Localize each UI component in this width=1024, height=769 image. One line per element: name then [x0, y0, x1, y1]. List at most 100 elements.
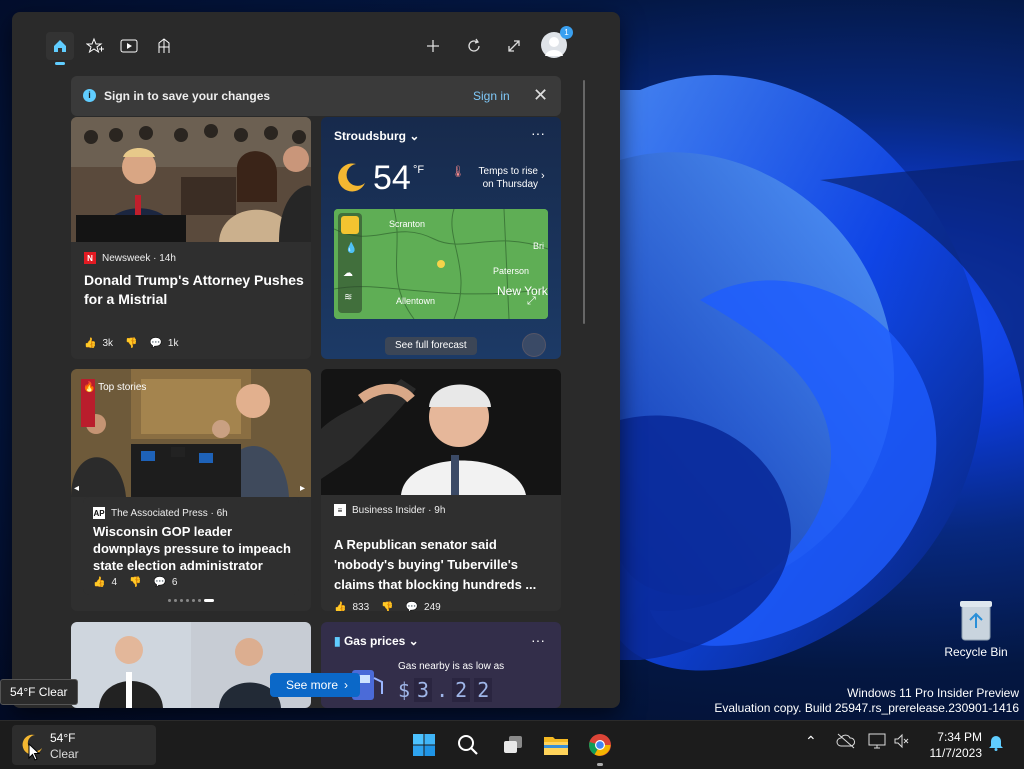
tab-video[interactable] [115, 32, 143, 60]
comment-icon[interactable]: 💬 [406, 602, 418, 611]
tab-sports[interactable] [150, 32, 178, 60]
wind-icon[interactable]: ≋ [344, 292, 352, 303]
weather-note-text: Temps to rise on Thursday [478, 166, 538, 190]
home-icon [54, 40, 66, 52]
like-count: 4 [111, 577, 118, 588]
cloud-offline-icon [836, 733, 855, 749]
refresh-icon [468, 38, 480, 52]
recycle-bin-label: Recycle Bin [944, 645, 1008, 659]
weather-map[interactable]: Scranton Bri Paterson New York Allentown… [334, 209, 548, 319]
like-icon[interactable]: 👍 [334, 602, 346, 611]
more-options-icon[interactable]: ··· [531, 632, 545, 648]
bell-icon [989, 736, 1003, 751]
expand-icon [508, 40, 520, 52]
gas-prices-header[interactable]: ▮ Gas prices ⌄ [334, 634, 419, 648]
mouse-cursor-icon [28, 743, 40, 761]
close-icon[interactable]: ✕ [533, 85, 548, 106]
chevron-down-icon: ⌄ [408, 634, 419, 648]
news-card-wisconsin[interactable]: 🔥 Top stories ◂ ▸ AP The Associated Pres… [71, 369, 311, 611]
search-button[interactable] [452, 729, 484, 761]
news-card-trump[interactable]: N Newsweek · 14h Donald Trump's Attorney… [71, 117, 311, 359]
expand-button[interactable] [500, 32, 528, 60]
like-icon[interactable]: 👍 [84, 338, 96, 349]
comment-count: 249 [424, 602, 441, 611]
speaker-muted-icon [894, 733, 909, 749]
newsweek-icon: N [84, 252, 96, 264]
weather-widget[interactable]: Stroudsburg ⌄ ··· 54 °F Temps to rise on… [321, 117, 561, 359]
location-label: Stroudsburg [334, 129, 406, 143]
like-icon[interactable]: 👍 [93, 577, 105, 588]
tab-favorites[interactable] [81, 32, 109, 60]
see-more-button[interactable]: See more › [270, 673, 360, 697]
volume-button[interactable] [894, 733, 910, 754]
taskbar: 54°F Clear ⌃ 7:34 PM 11/7/2023 [0, 720, 1024, 769]
carousel-next-icon[interactable]: ▸ [300, 483, 305, 494]
recycle-bin[interactable]: Recycle Bin [938, 598, 1014, 659]
moon-icon [338, 163, 365, 192]
taskbar-weather-widget[interactable]: 54°F Clear [12, 725, 156, 765]
source-label: The Associated Press · 6h [111, 507, 228, 519]
file-explorer-button[interactable] [540, 729, 572, 761]
weather-location[interactable]: Stroudsburg ⌄ [334, 129, 419, 143]
refresh-button[interactable] [460, 32, 488, 60]
dislike-icon[interactable]: 👎 [129, 577, 141, 588]
top-stories-tag: 🔥 Top stories [83, 382, 146, 393]
file-explorer-icon [544, 737, 568, 755]
news-title[interactable]: Wisconsin GOP leader downplays pressure … [93, 523, 299, 574]
business-insider-icon: ≡ [334, 504, 346, 516]
onedrive-button[interactable] [836, 733, 856, 754]
watermark-line-1: Windows 11 Pro Insider Preview [847, 686, 1019, 700]
map-label: Paterson [493, 266, 530, 276]
widgets-toolbar: 1 [12, 12, 620, 76]
comment-icon[interactable]: 💬 [153, 577, 165, 588]
comment-icon[interactable]: 💬 [149, 338, 161, 349]
news-title[interactable]: Donald Trump's Attorney Pushes for a Mis… [84, 271, 304, 309]
thermometer-icon: 🌡 [451, 166, 465, 178]
map-layer-tools: 💧 ☁ ≋ [338, 213, 362, 313]
news-title[interactable]: A Republican senator said 'nobody's buyi… [334, 535, 554, 595]
reaction-bar: 👍 3k 👎 💬 1k [84, 338, 178, 349]
start-button[interactable] [408, 729, 440, 761]
expand-map-icon[interactable]: ⤢ [527, 295, 536, 308]
gas-price-display: $ 3 . 2 2 [398, 678, 493, 702]
account-avatar[interactable]: 1 [541, 26, 573, 58]
comment-count: 1k [167, 338, 179, 349]
carousel-prev-icon[interactable]: ◂ [74, 483, 79, 494]
task-view-button[interactable] [497, 729, 529, 761]
add-widget-button[interactable] [419, 32, 447, 60]
temperature-layer-icon[interactable] [341, 216, 359, 234]
news-card-senator[interactable]: ≡ Business Insider · 9h A Republican sen… [321, 369, 561, 611]
taskbar-temperature: 54°F [50, 731, 76, 745]
clock[interactable]: 7:34 PM 11/7/2023 [916, 729, 983, 761]
gas-pump-icon: ▮ [334, 634, 341, 648]
chevron-right-icon[interactable]: › [541, 170, 545, 182]
map-label: New York [497, 284, 548, 298]
evaluation-watermark: Windows 11 Pro Insider Preview Evaluatio… [714, 686, 1019, 716]
cloud-icon[interactable]: ☁ [343, 268, 353, 279]
dislike-icon[interactable]: 👎 [381, 602, 393, 611]
notifications-button[interactable] [988, 733, 1004, 756]
gas-subtitle: Gas nearby is as low as [398, 661, 505, 672]
price-digit: 2 [474, 678, 493, 702]
show-hidden-icons-button[interactable]: ⌃ [805, 733, 817, 750]
see-full-forecast-button[interactable]: See full forecast [385, 337, 477, 355]
more-options-icon[interactable]: ··· [531, 125, 545, 141]
like-count: 833 [352, 602, 370, 611]
map-label: Allentown [396, 296, 436, 306]
tab-home[interactable] [46, 32, 74, 65]
feed-scrollbar[interactable] [583, 80, 585, 324]
map-label: Bri [533, 241, 544, 251]
watermark-line-2: Evaluation copy. Build 25947.rs_prerelea… [714, 701, 1019, 715]
carousel-dots [168, 599, 214, 602]
news-photo-senator [321, 369, 561, 495]
weather-note[interactable]: Temps to rise on Thursday [466, 165, 538, 191]
reaction-bar: 👍 833 👎 💬 249 [334, 602, 441, 611]
chrome-button[interactable] [584, 729, 616, 766]
source-label: Newsweek · 14h [102, 252, 176, 264]
dislike-icon[interactable]: 👎 [125, 338, 137, 349]
network-button[interactable] [868, 733, 886, 754]
precipitation-icon[interactable]: 💧 [345, 243, 357, 254]
weather-radar-icon[interactable] [522, 333, 546, 357]
temperature-unit: °F [413, 164, 425, 176]
sign-in-link[interactable]: Sign in [473, 89, 510, 103]
